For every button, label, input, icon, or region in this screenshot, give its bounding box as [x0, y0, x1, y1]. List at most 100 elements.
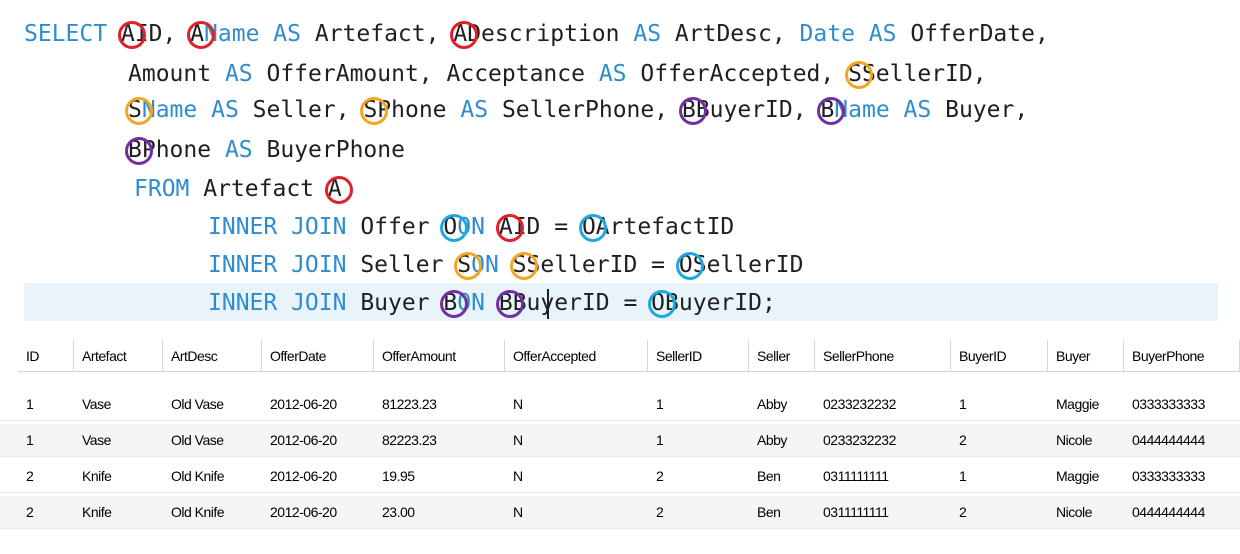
table-alias-marker: O	[578, 207, 607, 247]
table-cell[interactable]: 2012-06-20	[262, 424, 374, 456]
sql-keyword: INNER JOIN	[208, 252, 361, 278]
code-line: FROM Artefact A	[134, 169, 353, 209]
column-header[interactable]: ID	[18, 340, 74, 372]
sql-keyword: AS	[273, 21, 315, 47]
table-cell[interactable]: Knife	[74, 460, 163, 492]
table-cell[interactable]: 2012-06-20	[262, 388, 374, 420]
table-alias-marker: O	[648, 283, 676, 323]
table-row[interactable]: 1 Vase Old Vase 2012-06-20 82223.23 N 1 Abby 023…	[0, 424, 1240, 457]
sql-text: SellerPhone,	[501, 97, 682, 123]
sql-editor[interactable]: SELECT AID, AName AS Artefact, ADescript…	[0, 0, 1240, 330]
table-cell[interactable]: 2	[951, 424, 1048, 456]
table-cell[interactable]: 0233232232	[815, 424, 951, 456]
table-cell[interactable]: Maggie	[1048, 460, 1124, 492]
table-cell[interactable]: 0333333333	[1124, 388, 1240, 420]
table-cell[interactable]: 82223.23	[374, 424, 505, 456]
table-alias-marker: A	[117, 14, 146, 54]
table-cell[interactable]: 0233232232	[815, 388, 951, 420]
table-cell[interactable]: 1	[18, 424, 74, 456]
sql-text: Seller,	[252, 97, 364, 123]
table-cell[interactable]: 2	[951, 496, 1048, 528]
table-cell[interactable]: 81223.23	[374, 388, 505, 420]
table-cell[interactable]: Maggie	[1048, 388, 1124, 420]
table-cell[interactable]: Ben	[749, 496, 815, 528]
table-cell[interactable]: Vase	[74, 424, 163, 456]
column-header[interactable]: BuyerID	[951, 340, 1048, 372]
table-alias-marker: A	[187, 14, 215, 54]
table-cell[interactable]: 1	[648, 388, 749, 420]
table-alias-marker: S	[125, 90, 153, 130]
table-cell[interactable]: 19.95	[374, 460, 505, 492]
column-header[interactable]: OfferAccepted	[505, 340, 648, 372]
table-cell[interactable]: 0444444444	[1124, 424, 1240, 456]
table-cell[interactable]: 2	[648, 460, 749, 492]
sql-text: Phone	[141, 137, 225, 163]
table-cell[interactable]: 0333333333	[1124, 460, 1240, 492]
table-cell[interactable]: Old Vase	[163, 424, 262, 456]
table-cell[interactable]: 2	[648, 496, 749, 528]
column-header[interactable]: ArtDesc	[163, 340, 262, 372]
table-cell[interactable]: 0444444444	[1124, 496, 1240, 528]
column-header[interactable]: Buyer	[1048, 340, 1124, 372]
sql-keyword: FROM	[134, 176, 204, 202]
table-cell[interactable]: Old Vase	[163, 388, 262, 420]
table-alias-marker: S	[360, 90, 389, 130]
table-alias-marker: A	[324, 169, 353, 209]
column-header[interactable]: OfferDate	[262, 340, 374, 372]
sql-text: BuyerID =	[512, 290, 652, 316]
sql-text: BuyerID,	[695, 97, 821, 123]
table-cell[interactable]: 1	[951, 388, 1048, 420]
sql-keyword: AS	[903, 97, 946, 123]
table-cell[interactable]: 1	[951, 460, 1048, 492]
table-cell[interactable]: Nicole	[1048, 424, 1124, 456]
table-row[interactable]: 2 Knife Old Knife 2012-06-20 19.95 N 2 Ben 03111…	[0, 460, 1240, 493]
table-cell[interactable]: 0311111111	[815, 460, 951, 492]
table-cell[interactable]: 2012-06-20	[262, 460, 374, 492]
column-header[interactable]: SellerID	[648, 340, 749, 372]
table-cell[interactable]: 1	[648, 424, 749, 456]
sql-keyword: AS	[868, 21, 911, 47]
sql-text: SellerID,	[861, 61, 987, 87]
table-alias-marker: O	[675, 245, 704, 285]
table-cell[interactable]: Old Knife	[163, 496, 262, 528]
table-cell[interactable]: N	[505, 496, 648, 528]
code-line: Amount AS OfferAmount, Acceptance AS Off…	[128, 54, 987, 94]
sql-text: Phone	[377, 97, 461, 123]
sql-text: Seller	[360, 252, 458, 278]
table-cell[interactable]: N	[505, 388, 648, 420]
table-alias-marker: S	[454, 245, 483, 285]
table-cell[interactable]: N	[505, 424, 648, 456]
sql-text: ArtDesc,	[674, 21, 800, 47]
column-header[interactable]: BuyerPhone	[1124, 340, 1240, 372]
column-header[interactable]: Seller	[749, 340, 815, 372]
table-row[interactable]: 1 Vase Old Vase 2012-06-20 81223.23 N 1 Abby 023…	[0, 388, 1240, 421]
table-cell[interactable]: 2	[18, 460, 74, 492]
column-header[interactable]: SellerPhone	[815, 340, 951, 372]
table-cell[interactable]: 0311111111	[815, 496, 951, 528]
table-row[interactable]: 2 Knife Old Knife 2012-06-20 23.00 N 2 Ben 03111…	[0, 496, 1240, 529]
table-cell[interactable]: Ben	[749, 460, 815, 492]
table-cell[interactable]: Vase	[74, 388, 163, 420]
table-cell[interactable]: Abby	[749, 388, 815, 420]
sql-text: Artefact	[203, 176, 328, 202]
sql-keyword: SELECT	[24, 21, 121, 47]
column-header[interactable]: Artefact	[74, 340, 163, 372]
table-cell[interactable]: Knife	[74, 496, 163, 528]
table-alias-marker: B	[817, 90, 846, 130]
table-cell[interactable]: 2	[18, 496, 74, 528]
table-cell[interactable]: 2012-06-20	[262, 496, 374, 528]
table-alias-marker: B	[440, 283, 469, 323]
table-cell[interactable]: Nicole	[1048, 496, 1124, 528]
table-cell[interactable]: 23.00	[374, 496, 505, 528]
sql-text: Amount	[128, 61, 225, 87]
table-cell[interactable]: Abby	[749, 424, 815, 456]
column-header[interactable]: OfferAmount	[374, 340, 505, 372]
table-alias-marker: B	[678, 90, 707, 130]
sql-text: SellerID	[692, 252, 804, 278]
sql-text: BuyerID;	[665, 290, 776, 316]
table-cell[interactable]: 1	[18, 388, 74, 420]
table-cell[interactable]: N	[505, 460, 648, 492]
sql-text: OfferDate,	[910, 21, 1049, 47]
sql-text: Artefact,	[314, 21, 454, 47]
table-cell[interactable]: Old Knife	[163, 460, 262, 492]
